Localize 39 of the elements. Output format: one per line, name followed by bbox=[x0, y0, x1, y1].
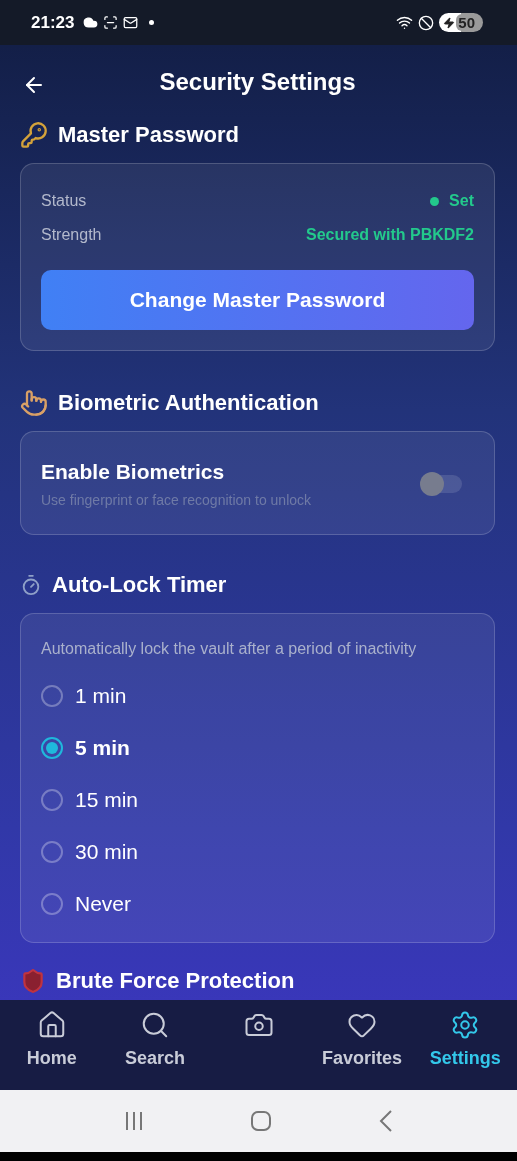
row-label: Strength bbox=[41, 226, 102, 244]
setting-title: Enable Biometrics bbox=[41, 460, 226, 484]
screenshot-icon bbox=[103, 15, 119, 30]
card-description: Automatically lock the vault after a period of inactivity bbox=[41, 640, 418, 658]
change-password-button[interactable]: Change Master Password bbox=[41, 270, 474, 330]
radio-option[interactable]: 1 min bbox=[41, 670, 474, 722]
nav-tab[interactable]: Home bbox=[0, 1000, 104, 1090]
radio-option[interactable]: 30 min bbox=[41, 826, 474, 878]
radio-option[interactable]: 15 min bbox=[41, 774, 474, 826]
nav-tab[interactable]: Favorites bbox=[310, 1000, 414, 1090]
key-icon bbox=[20, 121, 48, 149]
radio-option[interactable]: 5 min bbox=[41, 722, 474, 774]
notification-dot bbox=[149, 20, 155, 25]
lightning-icon bbox=[443, 16, 456, 29]
row-value: Set bbox=[430, 192, 474, 210]
battery-level: 50 bbox=[456, 14, 477, 31]
nav-tab[interactable]: Settings bbox=[413, 1000, 517, 1090]
cloud-icon bbox=[83, 15, 99, 30]
setting-description: Use fingerprint or face recognition to unlock bbox=[41, 492, 312, 508]
clock: 21:23 bbox=[31, 12, 75, 33]
do-not-disturb-icon bbox=[418, 14, 435, 31]
section-title: Master Password bbox=[58, 122, 239, 148]
stopwatch-icon bbox=[20, 574, 42, 596]
section-title: Brute Force Protection bbox=[56, 968, 295, 994]
nav-tab[interactable]: Search bbox=[103, 1000, 207, 1090]
section-title: Biometric Authentication bbox=[58, 390, 319, 416]
pointing-hand-icon bbox=[20, 389, 48, 417]
wifi-icon bbox=[396, 14, 414, 31]
shield-icon bbox=[20, 968, 46, 994]
mail-icon bbox=[123, 15, 139, 30]
back-nav-button[interactable] bbox=[378, 1109, 395, 1133]
status-dot bbox=[430, 196, 440, 206]
toggle-switch[interactable] bbox=[422, 475, 462, 493]
home-button[interactable] bbox=[250, 1110, 273, 1132]
section-title: Auto-Lock Timer bbox=[52, 572, 227, 598]
row-value: Secured with PBKDF2 bbox=[305, 226, 474, 244]
radio-option[interactable]: Never bbox=[41, 878, 474, 930]
page-title: Security Settings bbox=[159, 68, 356, 96]
row-label: Status bbox=[41, 192, 87, 210]
